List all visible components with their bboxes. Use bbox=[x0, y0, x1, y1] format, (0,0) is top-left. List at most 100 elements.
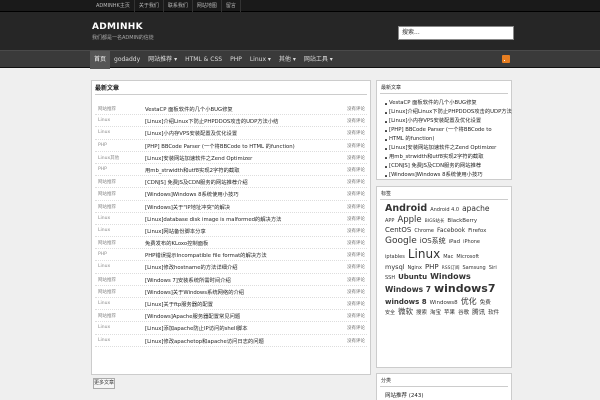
post-title-link[interactable]: [Windows 7]安装系统所需时间介绍 bbox=[145, 276, 355, 284]
recent-post-link[interactable]: [Windows]Windows 8系统使用小技巧 bbox=[385, 171, 512, 180]
post-title-link[interactable]: [Linux]修改apachetop和apache访问日志的问题 bbox=[145, 337, 355, 345]
top-link[interactable]: 留言 bbox=[222, 0, 241, 12]
post-category[interactable]: 网站推荐 bbox=[98, 289, 116, 295]
tag-link[interactable]: Windows8 bbox=[430, 300, 458, 307]
post-comment-count[interactable]: 没有评论 bbox=[347, 167, 365, 173]
post-category[interactable]: Linux bbox=[98, 264, 110, 269]
tag-link[interactable]: 苹果 bbox=[444, 310, 455, 317]
tag-link[interactable]: BIGS站长 bbox=[425, 219, 445, 225]
post-comment-count[interactable]: 没有评论 bbox=[347, 155, 365, 161]
top-link[interactable]: 关于我们 bbox=[135, 0, 164, 12]
more-posts-button[interactable]: 更多文章 bbox=[93, 378, 115, 389]
recent-post-link[interactable]: [PHP] BBCode Parser (一个将BBCode to bbox=[385, 126, 512, 135]
post-title-link[interactable]: [Windows]关于"IP地址冲突"的解决 bbox=[145, 203, 355, 211]
post-category[interactable]: PHP bbox=[98, 167, 107, 172]
post-comment-count[interactable]: 没有评论 bbox=[347, 252, 365, 258]
tag-link[interactable]: Mac bbox=[443, 254, 453, 261]
tag-link[interactable]: Apple bbox=[397, 215, 421, 226]
top-link[interactable]: 网站地图 bbox=[193, 0, 222, 12]
tag-link[interactable]: iPad bbox=[449, 239, 460, 246]
post-title-link[interactable]: [Linux]安装网站加速软件之Zend Optimizer bbox=[145, 154, 355, 162]
post-title-link[interactable]: [Linux]添加apache防止IP访问的shell脚本 bbox=[145, 324, 355, 332]
nav-item[interactable]: HTML & CSS bbox=[181, 51, 226, 69]
post-comment-count[interactable]: 没有评论 bbox=[347, 338, 365, 344]
tag-link[interactable]: windows7 bbox=[434, 282, 496, 296]
post-title-link[interactable]: VestaCP 面板软件的几个小BUG修复 bbox=[145, 105, 355, 113]
category-item[interactable]: 网站推荐 (243) bbox=[385, 391, 424, 399]
tag-link[interactable]: Linux bbox=[408, 247, 440, 263]
post-category[interactable]: Linux bbox=[98, 301, 110, 306]
tag-link[interactable]: 安全 bbox=[385, 310, 395, 317]
tag-link[interactable]: 免费 bbox=[480, 300, 491, 307]
tag-link[interactable]: Samsung bbox=[463, 265, 486, 272]
tag-link[interactable]: RSS订阅 bbox=[442, 266, 460, 272]
post-title-link[interactable]: 用mb_strwidth和utf8实现2字符的截取 bbox=[145, 166, 355, 174]
post-category[interactable]: PHP bbox=[98, 252, 107, 257]
post-title-link[interactable]: [Linux]网站备份脚本分享 bbox=[145, 227, 355, 235]
top-link[interactable]: ADMINHK主页 bbox=[92, 0, 135, 12]
post-comment-count[interactable]: 没有评论 bbox=[347, 240, 365, 246]
tag-link[interactable]: SSH bbox=[385, 275, 395, 282]
post-comment-count[interactable]: 没有评论 bbox=[347, 191, 365, 197]
post-category[interactable]: 网站推荐 bbox=[98, 179, 116, 185]
post-title-link[interactable]: [Windows]Windows 8系统使用小技巧 bbox=[145, 190, 355, 198]
post-category[interactable]: 网站推荐 bbox=[98, 191, 116, 197]
nav-item[interactable]: 网站推荐 ▾ bbox=[144, 51, 181, 69]
post-category[interactable]: 网站推荐 bbox=[98, 106, 116, 112]
tag-link[interactable]: 淘宝 bbox=[430, 310, 441, 317]
tag-link[interactable]: 谷歌 bbox=[458, 310, 469, 317]
rss-icon[interactable] bbox=[502, 55, 510, 63]
tag-link[interactable]: Chrome bbox=[414, 228, 434, 235]
tag-link[interactable]: Windows bbox=[430, 272, 471, 282]
nav-item[interactable]: Linux ▾ bbox=[246, 51, 275, 69]
post-category[interactable]: Linux bbox=[98, 338, 110, 343]
tag-link[interactable]: iptables bbox=[385, 254, 405, 261]
tag-link[interactable]: iPhone bbox=[463, 239, 480, 246]
post-category[interactable]: 网站推荐 bbox=[98, 277, 116, 283]
recent-post-link[interactable]: [CDNJS] 免费JS及CDN服务的网站推荐 bbox=[385, 162, 512, 171]
post-comment-count[interactable]: 没有评论 bbox=[347, 106, 365, 112]
post-comment-count[interactable]: 没有评论 bbox=[347, 130, 365, 136]
top-link[interactable]: 联系我们 bbox=[164, 0, 193, 12]
post-category[interactable]: Linux bbox=[98, 228, 110, 233]
tag-link[interactable]: mysql bbox=[385, 263, 405, 271]
recent-post-link[interactable]: [Linux]小内存VPS安装配置及优化设置 bbox=[385, 117, 512, 126]
tag-link[interactable]: BlackBerry bbox=[447, 218, 477, 225]
post-category[interactable]: PHP bbox=[98, 143, 107, 148]
nav-item[interactable]: godaddy bbox=[110, 51, 144, 69]
post-title-link[interactable]: [Windows]Apache服务器配置常见问题 bbox=[145, 312, 355, 320]
recent-post-link[interactable]: VestaCP 面板软件的几个小BUG修复 bbox=[385, 99, 512, 108]
tag-link[interactable]: 搜索 bbox=[416, 310, 427, 317]
tag-link[interactable]: 腾讯 bbox=[472, 308, 485, 316]
tag-link[interactable]: 软件 bbox=[488, 310, 499, 317]
tag-link[interactable]: Siri bbox=[489, 265, 497, 272]
post-category[interactable]: Linux bbox=[98, 216, 110, 221]
tag-link[interactable]: 微软 bbox=[398, 307, 413, 317]
post-comment-count[interactable]: 没有评论 bbox=[347, 277, 365, 283]
post-comment-count[interactable]: 没有评论 bbox=[347, 179, 365, 185]
post-title-link[interactable]: PHP错误提示Incompatible file format的解决方法 bbox=[145, 251, 355, 259]
post-category[interactable]: 网站推荐 bbox=[98, 313, 116, 319]
post-category[interactable]: Linux其他 bbox=[98, 155, 119, 161]
post-title-link[interactable]: [CDNJS] 免费JS及CDN服务的网站推荐介绍 bbox=[145, 178, 355, 186]
tag-link[interactable]: Nginx bbox=[408, 265, 422, 272]
nav-item[interactable]: 首页 bbox=[90, 51, 111, 69]
post-title-link[interactable]: [Linux]小内存VPS安装配置及优化设置 bbox=[145, 129, 355, 137]
tag-link[interactable]: Android 4.0 bbox=[430, 207, 459, 214]
post-comment-count[interactable]: 没有评论 bbox=[347, 204, 365, 210]
tag-link[interactable]: 优化 bbox=[461, 297, 477, 307]
post-category[interactable]: 网站推荐 bbox=[98, 204, 116, 210]
recent-post-link[interactable]: 用mb_strwidth和utf8实现2字符的截取 bbox=[385, 153, 512, 162]
post-comment-count[interactable]: 没有评论 bbox=[347, 143, 365, 149]
tag-link[interactable]: Android bbox=[385, 203, 427, 215]
tag-link[interactable]: windows 8 bbox=[385, 298, 427, 307]
post-category[interactable]: Linux bbox=[98, 325, 110, 330]
recent-post-link[interactable]: HTML 的function) bbox=[385, 135, 512, 144]
tag-link[interactable]: PHP bbox=[425, 263, 439, 272]
tag-link[interactable]: APP bbox=[385, 218, 394, 225]
tag-link[interactable]: Firefox bbox=[468, 228, 486, 235]
site-brand[interactable]: ADMINHK bbox=[92, 22, 143, 32]
post-category[interactable]: Linux bbox=[98, 118, 110, 123]
post-comment-count[interactable]: 没有评论 bbox=[347, 264, 365, 270]
post-category[interactable]: Linux bbox=[98, 130, 110, 135]
